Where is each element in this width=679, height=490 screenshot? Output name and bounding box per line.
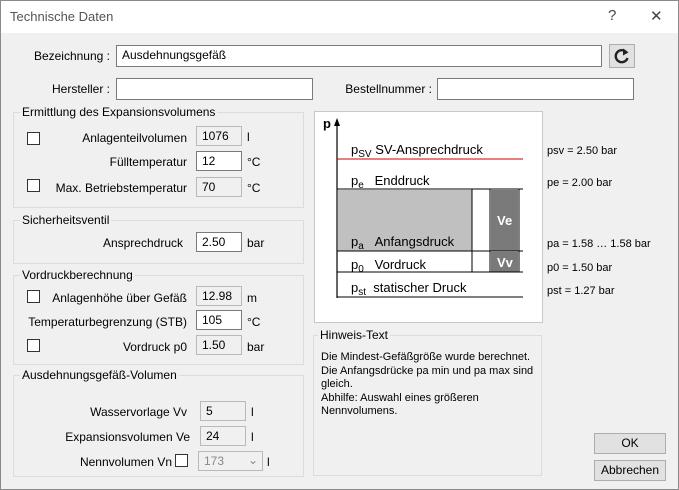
maxtemp-checkbox[interactable]: [27, 179, 40, 192]
hint-line: Abhilfe: Auswahl eines größeren: [321, 391, 479, 404]
fuelltemp-input[interactable]: 12: [196, 151, 242, 171]
close-button[interactable]: ✕: [650, 7, 663, 25]
axis-label: p: [323, 116, 331, 131]
expansion-group-title: Ermittlung des Expansionsvolumens: [20, 105, 218, 119]
wasser-value: 5: [200, 401, 246, 421]
window-title: Technische Daten: [10, 9, 114, 24]
exp-label: Expansionsvolumen Ve: [65, 430, 190, 444]
help-button[interactable]: ?: [608, 7, 616, 24]
bezeichnung-label: Bezeichnung :: [33, 49, 110, 63]
nenn-checkbox[interactable]: [175, 454, 188, 467]
title-bar: Technische Daten ? ✕: [1, 1, 678, 33]
vordruck-unit: bar: [247, 340, 265, 354]
maxtemp-value: 70: [196, 177, 242, 197]
anlagenteil-label: Anlagenteilvolumen: [82, 131, 187, 145]
bestellnummer-label: Bestellnummer :: [345, 82, 432, 96]
maxtemp-label: Max. Betriebstemperatur: [55, 181, 187, 195]
anlagenteil-unit: l: [247, 130, 250, 144]
exp-unit: l: [251, 430, 254, 444]
volume-group-title: Ausdehnungsgefäß-Volumen: [20, 368, 179, 382]
pre-group-title: Vordruckberechnung: [20, 268, 135, 282]
hoehe-unit: m: [247, 291, 257, 305]
wasser-label: Wasservorlage Vv: [90, 405, 187, 419]
hersteller-label: Hersteller :: [51, 82, 110, 96]
vordruck-value: 1.50: [196, 335, 242, 355]
hersteller-input[interactable]: [116, 78, 313, 100]
pa-label: pa Anfangsdruck: [351, 234, 455, 252]
hoehe-checkbox[interactable]: [27, 290, 40, 303]
vv-label: Vv: [497, 255, 513, 270]
hoehe-label: Anlagenhöhe über Gefäß: [52, 291, 187, 305]
hint-text: Die Mindest-Gefäßgröße wurde berechnet. …: [321, 351, 533, 419]
vordruck-label: Vordruck p0: [122, 340, 187, 354]
axis-arrow-icon: [334, 118, 340, 126]
psv-label: pSV SV-Ansprechdruck: [351, 142, 483, 160]
pressure-diagram: p pSV SV-Ansprechdruck pe Enddruck pa An…: [314, 111, 543, 323]
chevron-down-icon: ⌄: [247, 453, 258, 467]
pst-label: pst statischer Druck: [351, 280, 467, 298]
pe-value: pe = 2.00 bar: [547, 177, 613, 189]
dialog-window: Technische Daten ? ✕ Bezeichnung : Ausde…: [0, 0, 679, 490]
ve-label: Ve: [497, 213, 513, 228]
fuelltemp-unit: °C: [247, 155, 261, 169]
hint-group-title: Hinweis-Text: [318, 328, 391, 342]
ansprech-unit: bar: [247, 236, 265, 250]
refresh-icon: [613, 48, 631, 68]
pa-value: pa = 1.58 … 1.58 bar: [547, 238, 651, 250]
anlagenteil-checkbox[interactable]: [27, 132, 40, 145]
pst-value: pst = 1.27 bar: [547, 285, 615, 297]
bestellnummer-input[interactable]: [437, 78, 634, 100]
p0-label: p0 Vordruck: [351, 257, 426, 275]
nenn-label: Nennvolumen Vn: [79, 455, 172, 469]
stb-unit: °C: [247, 315, 261, 329]
vordruck-checkbox[interactable]: [27, 339, 40, 352]
hint-line: gleich.: [321, 378, 353, 390]
safety-group-title: Sicherheitsventil: [20, 213, 112, 227]
bezeichnung-input[interactable]: Ausdehnungsgefäß: [116, 45, 602, 67]
hint-line: Die Anfangsdrücke pa min und pa max sind: [321, 364, 534, 377]
stb-input[interactable]: 105: [196, 310, 242, 330]
hint-line: Nennvolumens.: [321, 405, 398, 417]
nenn-select[interactable]: 173 ⌄: [198, 451, 263, 471]
anlagenteil-value: 1076: [196, 126, 242, 146]
hoehe-value: 12.98: [196, 286, 242, 306]
ansprech-input[interactable]: 2.50: [196, 232, 242, 252]
stb-label: Temperaturbegrenzung (STB): [28, 315, 187, 329]
psv-value: psv = 2.50 bar: [547, 145, 618, 157]
p0-value: p0 = 1.50 bar: [547, 262, 613, 274]
hint-line: Die Mindest-Gefäßgröße wurde berechnet.: [321, 351, 531, 363]
ansprech-label: Ansprechdruck: [102, 236, 183, 250]
nenn-unit: l: [267, 455, 270, 469]
exp-value: 24: [200, 426, 246, 446]
fuelltemp-label: Fülltemperatur: [109, 155, 187, 169]
ok-button[interactable]: OK: [594, 433, 666, 454]
cancel-button[interactable]: Abbrechen: [594, 460, 666, 481]
wasser-unit: l: [251, 405, 254, 419]
pe-label: pe Enddruck: [351, 173, 430, 191]
maxtemp-unit: °C: [247, 181, 261, 195]
refresh-button[interactable]: [609, 44, 635, 68]
nenn-select-value: 173: [204, 454, 225, 468]
